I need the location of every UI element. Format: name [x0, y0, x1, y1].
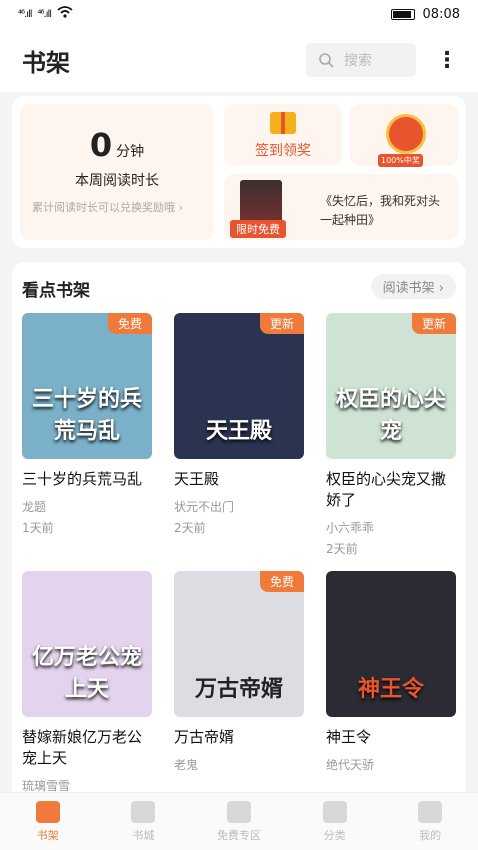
book-author: 绝代天骄 [326, 758, 375, 772]
book-updated: 2天前 [326, 542, 358, 556]
book-updated: 1天前 [22, 521, 54, 535]
book-title: 替嫁新娘亿万老公宠上天 [22, 728, 143, 767]
book-author: 状元不出门 [174, 500, 235, 514]
reading-label: 本周阅读时长 [75, 173, 159, 189]
book-card[interactable]: 天王殿 更新 天王殿 状元不出门 2天前 [174, 313, 304, 536]
signal-icon: ⁴⁶.ıll [18, 8, 32, 20]
reading-unit: 分钟 [116, 144, 145, 160]
book-card[interactable]: 亿万老公宠上天 替嫁新娘亿万老公宠上天 琉璃雪雪 [22, 571, 152, 794]
status-bar: ⁴⁶.ıll ⁴⁶.ıll 08:08 [0, 0, 478, 28]
bookshelf-section: 看点书架 阅读书架 › 三十岁的兵荒马乱 免费 三十岁的兵荒马乱 龙题 1天前 … [12, 262, 466, 794]
book-author: 小六乖乖 [326, 521, 375, 535]
book-cover: 权臣的心尖宠 更新 [326, 313, 456, 459]
promo-text: 《失忆后，我和死对头一起种田》 [320, 194, 441, 227]
status-badge: 免费 [107, 313, 152, 334]
cover-title: 权臣的心尖宠 [335, 387, 446, 444]
book-cover: 亿万老公宠上天 [22, 571, 152, 717]
reading-minutes: 0 [89, 126, 113, 164]
reading-summary-card: 0 分钟 本周阅读时长 累计阅读时长可以兑换奖励哦 › 签到领奖 100%中奖 限… [12, 96, 466, 248]
lucky-draw-button[interactable]: 100%中奖 [350, 104, 458, 167]
tab-profile[interactable]: 我的 [382, 793, 478, 850]
cover-title: 万古帝婿 [194, 677, 283, 702]
promo-tag: 限时免费 [230, 220, 286, 238]
book-updated: 2天前 [174, 521, 206, 535]
search-icon [319, 53, 334, 68]
reading-shelf-button[interactable]: 阅读书架 › [370, 274, 456, 299]
prize-label: 100%中奖 [378, 154, 423, 167]
tab-label: 书城 [132, 829, 155, 842]
shelf-title: 看点书架 [22, 281, 90, 301]
search-box[interactable]: 搜索 [306, 43, 416, 77]
free-zone-icon [226, 801, 251, 823]
book-author: 老鬼 [174, 758, 199, 772]
book-cover: 神王令 [326, 571, 456, 717]
cover-title: 神王令 [357, 677, 424, 702]
book-cover: 天王殿 更新 [174, 313, 304, 459]
tab-bookstore[interactable]: 书城 [96, 793, 192, 850]
cover-title: 三十岁的兵荒马乱 [31, 387, 142, 444]
book-cover: 三十岁的兵荒马乱 免费 [22, 313, 152, 459]
cover-title: 天王殿 [205, 419, 272, 444]
tab-category[interactable]: 分类 [287, 793, 383, 850]
book-author: 龙题 [22, 500, 47, 514]
battery-icon [390, 8, 415, 20]
reading-sub: 累计阅读时长可以兑换奖励哦 › [32, 201, 183, 214]
book-cover: 万古帝婿 免费 [174, 571, 304, 717]
checkin-label: 签到领奖 [255, 143, 311, 159]
gift-icon [270, 112, 296, 134]
promo-banner[interactable]: 限时免费 《失忆后，我和死对头一起种田》 [224, 174, 458, 240]
book-title: 万古帝婿 [174, 728, 235, 746]
book-title: 权臣的心尖宠又撒娇了 [326, 470, 447, 509]
bookshelf-icon [35, 801, 60, 823]
app-header: 书架 搜索 ⋮ [0, 28, 478, 92]
tab-bookshelf[interactable]: 书架 [0, 793, 96, 850]
status-badge: 更新 [411, 313, 456, 334]
status-badge: 更新 [259, 313, 304, 334]
search-placeholder: 搜索 [344, 53, 372, 69]
book-title: 神王令 [326, 728, 372, 746]
wifi-icon [57, 6, 73, 22]
tab-label: 分类 [323, 829, 346, 842]
book-card[interactable]: 神王令 神王令 绝代天骄 [326, 571, 456, 773]
category-icon [322, 801, 347, 823]
book-title: 三十岁的兵荒马乱 [22, 470, 143, 488]
status-badge: 免费 [259, 571, 304, 592]
tab-label: 免费专区 [216, 829, 261, 842]
book-card[interactable]: 万古帝婿 免费 万古帝婿 老鬼 [174, 571, 304, 773]
book-card[interactable]: 权臣的心尖宠 更新 权臣的心尖宠又撒娇了 小六乖乖 2天前 [326, 313, 456, 557]
bottom-tab-bar: 书架 书城 免费专区 分类 我的 [0, 792, 478, 850]
tab-label: 我的 [419, 829, 442, 842]
lucky-bag-icon [386, 114, 426, 154]
weekly-reading-card[interactable]: 0 分钟 本周阅读时长 累计阅读时长可以兑换奖励哦 › [20, 104, 214, 240]
page-title: 书架 [22, 48, 70, 77]
more-menu-icon[interactable]: ⋮ [436, 48, 458, 73]
book-card[interactable]: 三十岁的兵荒马乱 免费 三十岁的兵荒马乱 龙题 1天前 [22, 313, 152, 536]
signal-icon: ⁴⁶.ıll [37, 8, 52, 20]
profile-icon [418, 801, 443, 823]
checkin-button[interactable]: 签到领奖 [224, 104, 342, 166]
tab-label: 书架 [36, 829, 59, 842]
clock: 08:08 [422, 6, 460, 22]
book-store-icon [131, 801, 156, 823]
book-title: 天王殿 [174, 470, 220, 488]
tab-free-zone[interactable]: 免费专区 [191, 793, 287, 850]
cover-title: 亿万老公宠上天 [31, 645, 142, 702]
